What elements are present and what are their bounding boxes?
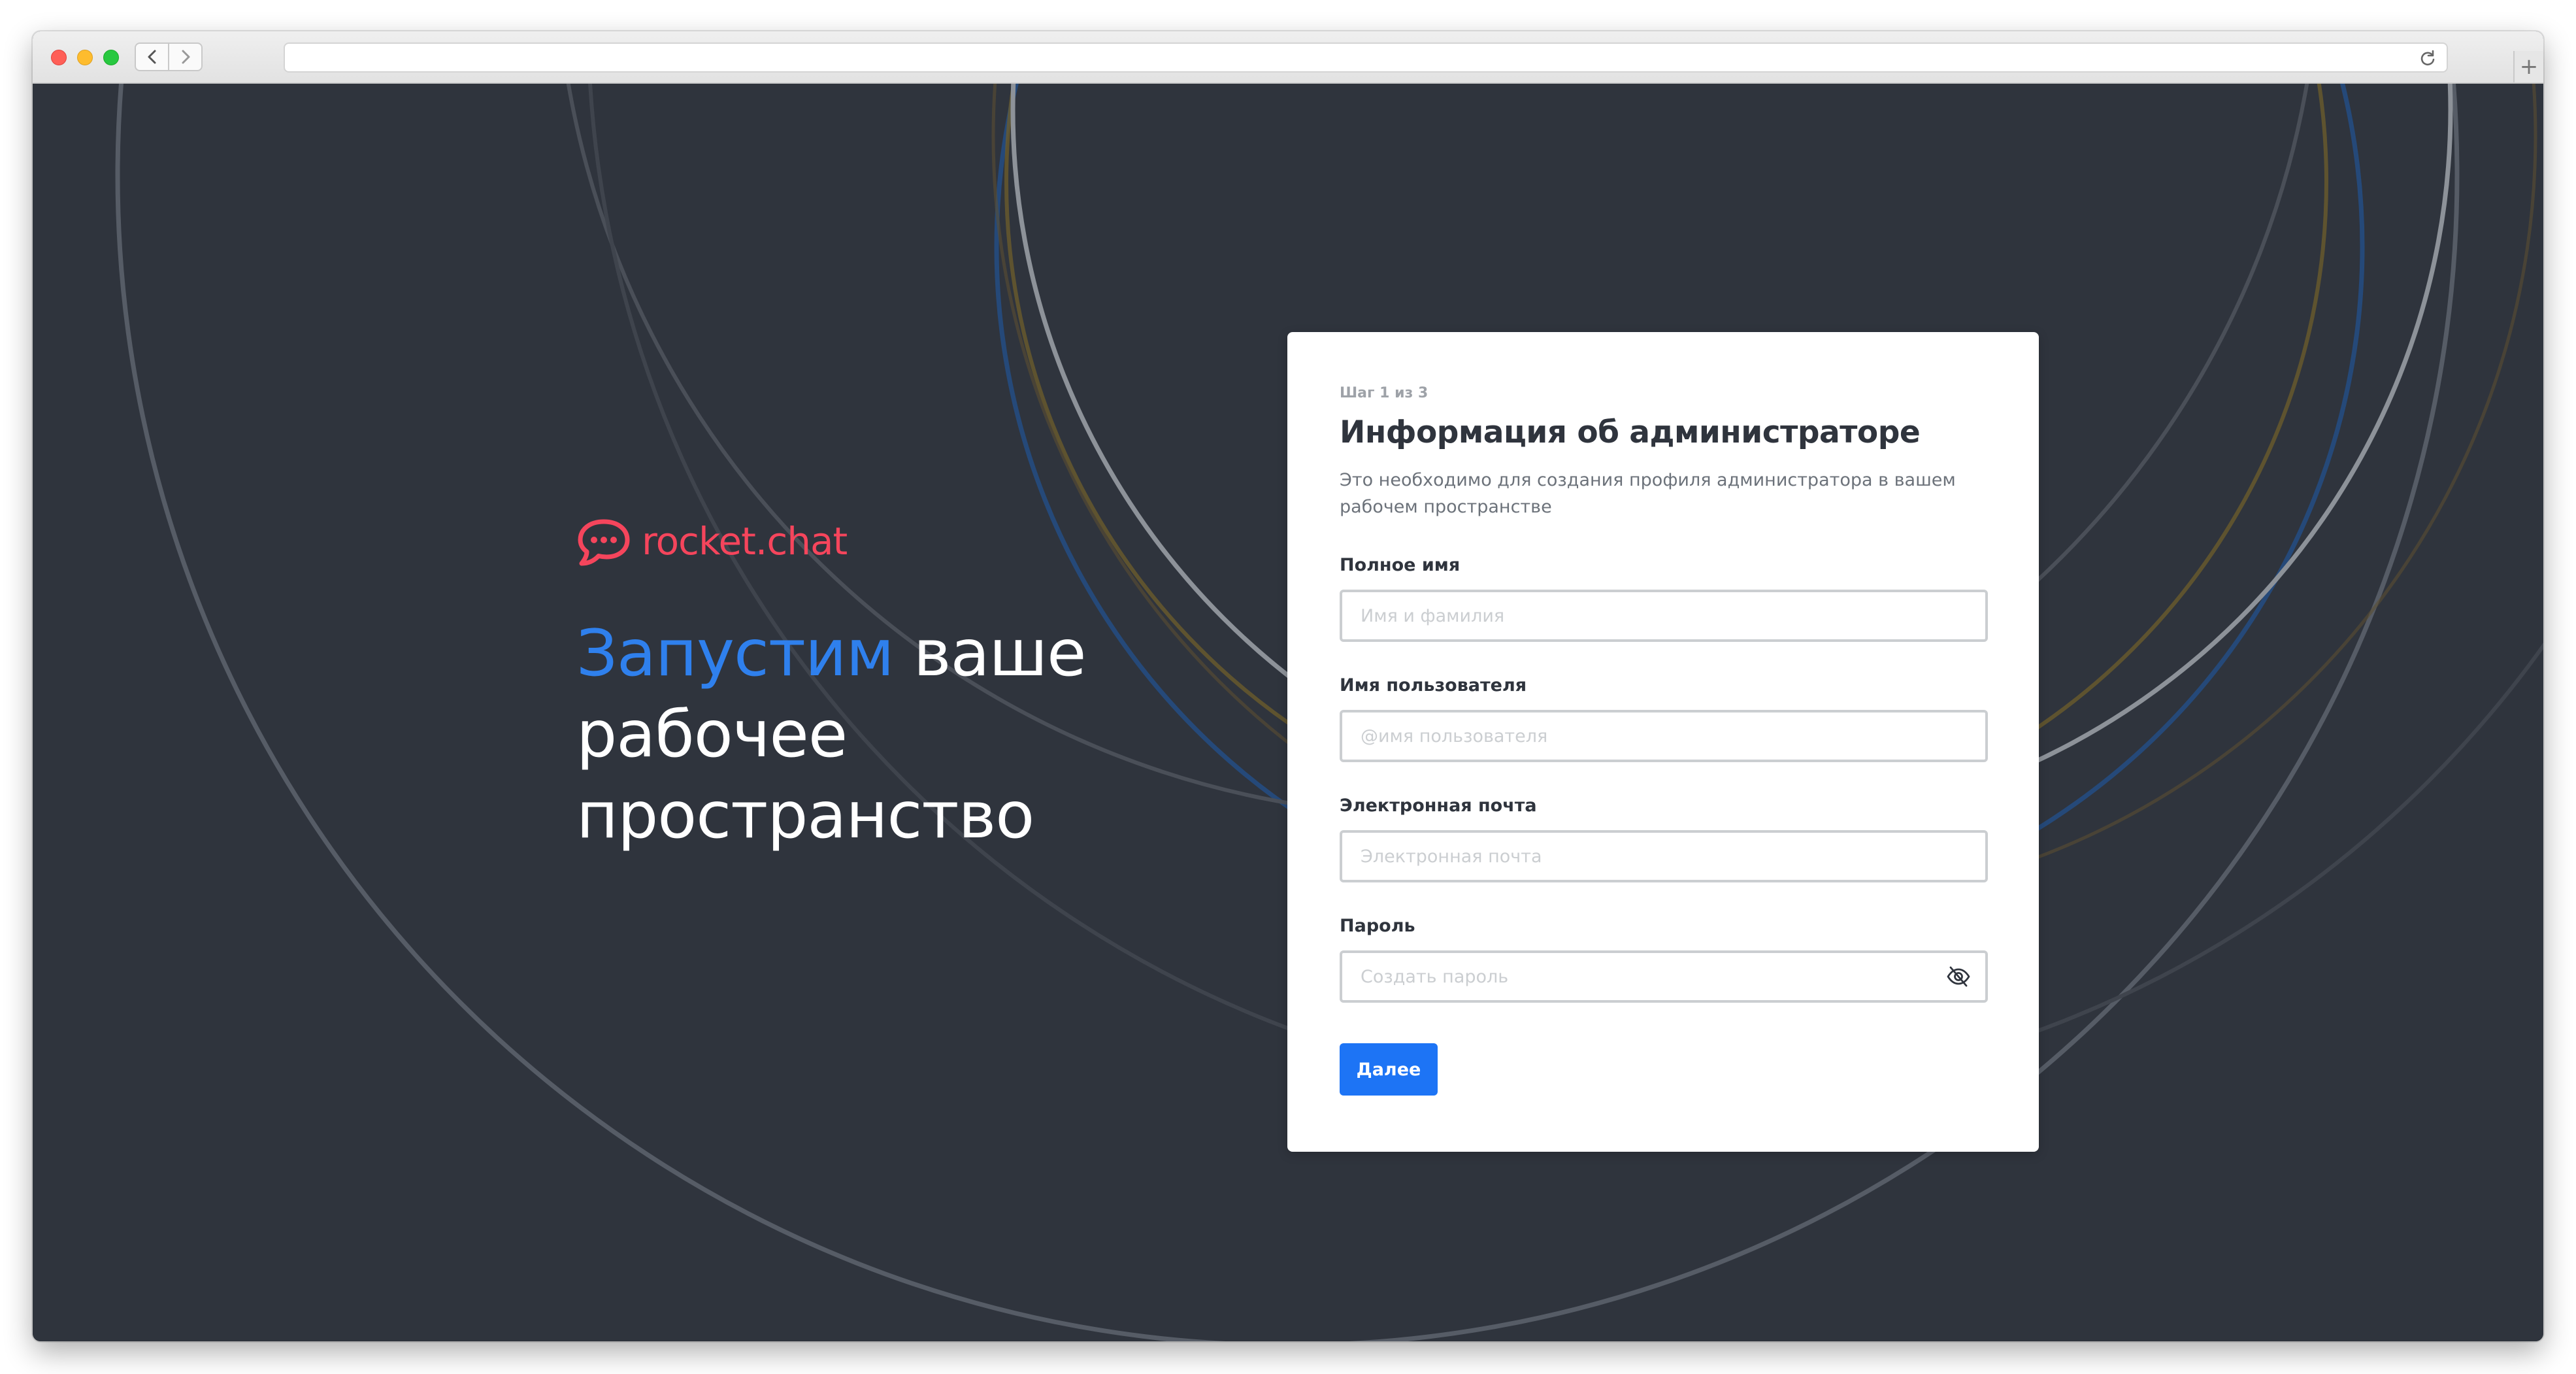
chevron-left-icon xyxy=(148,50,156,64)
chat-bubble-icon xyxy=(578,519,630,566)
new-tab-button[interactable]: + xyxy=(2513,51,2543,82)
email-label: Электронная почта xyxy=(1340,796,1537,816)
username-label: Имя пользователя xyxy=(1340,675,1527,695)
full-name-input[interactable] xyxy=(1340,590,1988,642)
browser-titlebar: + xyxy=(33,31,2543,84)
password-input-wrap xyxy=(1340,950,1988,1003)
reload-icon[interactable] xyxy=(2419,50,2436,67)
username-input-wrap xyxy=(1340,710,1988,762)
password-field: Пароль xyxy=(1340,915,1988,1003)
hero-accent-word: Запустим xyxy=(576,616,895,691)
form-description: Это необходимо для создания профиля адми… xyxy=(1340,470,1956,517)
hero-heading: Запустим ваше рабочее пространство xyxy=(576,613,1230,856)
eye-off-icon[interactable] xyxy=(1946,965,1971,988)
email-input[interactable] xyxy=(1340,830,1988,882)
chevron-right-icon xyxy=(182,50,190,64)
password-label: Пароль xyxy=(1340,916,1415,936)
brand-name: rocket.chat xyxy=(642,519,848,563)
navigation-buttons xyxy=(135,42,203,71)
full-name-field: Полное имя xyxy=(1340,554,1988,642)
username-field: Имя пользователя xyxy=(1340,675,1988,762)
form-title: Информация об администраторе xyxy=(1340,414,1921,450)
address-bar[interactable] xyxy=(284,42,2448,73)
email-input-wrap xyxy=(1340,830,1988,882)
back-button[interactable] xyxy=(136,44,168,70)
browser-window: + rocket.chat Запустим ваше рабочее прос… xyxy=(33,31,2543,1341)
username-input[interactable] xyxy=(1340,710,1988,762)
admin-info-form: Шаг 1 из 3 Информация об администраторе … xyxy=(1287,332,2039,1152)
setup-wizard-page: rocket.chat Запустим ваше рабочее простр… xyxy=(33,84,2543,1341)
step-indicator: Шаг 1 из 3 xyxy=(1340,385,1428,401)
password-input[interactable] xyxy=(1340,950,1988,1003)
minimize-window-button[interactable] xyxy=(77,50,93,65)
email-field: Электронная почта xyxy=(1340,795,1988,882)
rocket-chat-logo: rocket.chat xyxy=(575,515,848,567)
full-name-input-wrap xyxy=(1340,590,1988,642)
forward-button[interactable] xyxy=(168,44,201,70)
close-window-button[interactable] xyxy=(51,50,67,65)
plus-icon: + xyxy=(2519,54,2539,80)
full-name-label: Полное имя xyxy=(1340,555,1461,575)
maximize-window-button[interactable] xyxy=(103,50,119,65)
next-button[interactable]: Далее xyxy=(1340,1043,1438,1096)
